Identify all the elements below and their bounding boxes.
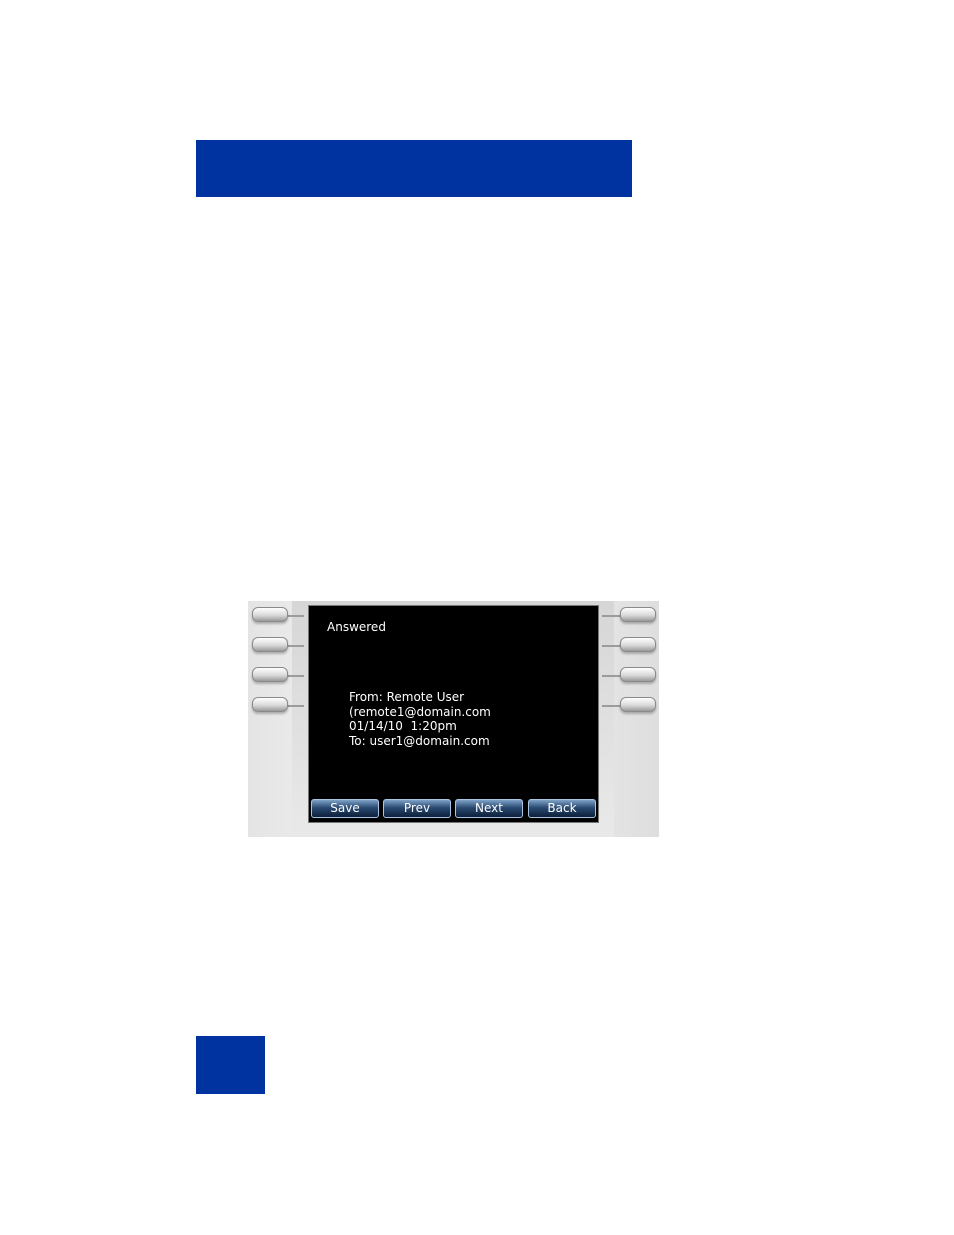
from-line: From: Remote User — [349, 690, 465, 704]
key-connector — [286, 675, 304, 677]
page-number-tab — [196, 1036, 265, 1094]
header-bar — [196, 140, 632, 197]
key-connector — [286, 645, 304, 647]
right-line-key-2[interactable] — [620, 637, 656, 652]
phone-display-panel: Answered From: Remote User (remote1@doma… — [248, 601, 659, 837]
left-line-key-3[interactable] — [252, 667, 288, 682]
next-softkey[interactable]: Next — [455, 799, 523, 818]
phone-screen: Answered From: Remote User (remote1@doma… — [308, 605, 599, 823]
email-line: (remote1@domain.com — [349, 704, 491, 719]
key-connector — [602, 645, 620, 647]
save-softkey[interactable]: Save — [311, 799, 379, 818]
key-connector — [286, 705, 304, 707]
message-details: From: Remote User (remote1@domain.com 01… — [349, 690, 491, 748]
right-line-key-1[interactable] — [620, 607, 656, 622]
softkey-bar: Save Prev Next Back — [311, 799, 596, 818]
back-softkey[interactable]: Back — [528, 799, 596, 818]
right-line-key-4[interactable] — [620, 697, 656, 712]
left-line-key-1[interactable] — [252, 607, 288, 622]
datetime-line: 01/14/10 1:20pm — [349, 719, 457, 733]
key-connector — [602, 615, 620, 617]
prev-softkey[interactable]: Prev — [383, 799, 451, 818]
to-line: To: user1@domain.com — [349, 733, 490, 748]
key-connector — [602, 675, 620, 677]
key-connector — [286, 615, 304, 617]
screen-title: Answered — [327, 620, 386, 634]
left-line-key-4[interactable] — [252, 697, 288, 712]
key-connector — [602, 705, 620, 707]
right-line-key-3[interactable] — [620, 667, 656, 682]
left-line-key-2[interactable] — [252, 637, 288, 652]
